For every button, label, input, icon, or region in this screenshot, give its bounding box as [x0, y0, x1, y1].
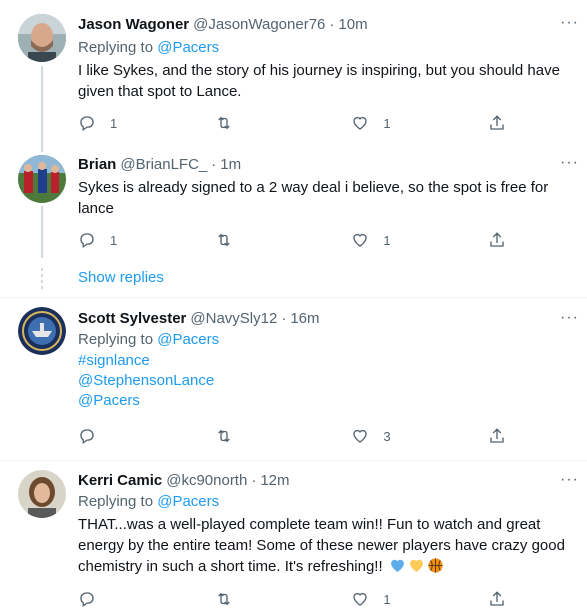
- reply-icon: [80, 233, 94, 249]
- retweet-button[interactable]: [215, 426, 315, 446]
- avatar[interactable]: [18, 307, 66, 355]
- user-handle[interactable]: @BrianLFC_: [120, 155, 207, 175]
- replying-to-link[interactable]: @Pacers: [157, 39, 219, 56]
- replying-to-link[interactable]: @Pacers: [157, 493, 219, 510]
- heart-icon: [353, 592, 367, 606]
- share-button[interactable]: [488, 230, 508, 250]
- reply-button[interactable]: [78, 426, 178, 446]
- tweet-content: Kerri Camic @kc90north · 12m Replying to…: [78, 471, 567, 577]
- retweet-button[interactable]: [215, 589, 315, 609]
- share-icon: [490, 232, 504, 247]
- divider: [0, 297, 587, 298]
- more-options-icon[interactable]: ···: [560, 14, 579, 32]
- replying-to: Replying to @Pacers: [78, 493, 220, 510]
- like-button[interactable]: 1: [351, 113, 451, 133]
- separator: ·: [329, 16, 335, 33]
- tweet-text: Sykes is already signed to a 2 way deal …: [78, 179, 549, 217]
- reply-icon: [80, 429, 94, 445]
- basketball-icon: [428, 558, 443, 573]
- yellow-heart-icon: [409, 559, 423, 572]
- share-icon: [490, 115, 504, 130]
- hashtag-link[interactable]: #signlance: [78, 351, 567, 371]
- heart-icon: [353, 233, 367, 247]
- tweet-actions: 1 1: [78, 113, 508, 133]
- user-handle[interactable]: @NavySly12: [190, 309, 277, 329]
- tweet-text: THAT...was a well-played complete team w…: [78, 514, 567, 577]
- display-name[interactable]: Scott Sylvester: [78, 309, 186, 329]
- timestamp[interactable]: 10m: [338, 15, 367, 35]
- like-count: 1: [383, 591, 391, 607]
- like-count: 3: [383, 428, 391, 444]
- tweet-content: Brian @BrianLFC_ · 1m Sykes is already s…: [78, 155, 567, 219]
- share-icon: [490, 428, 504, 443]
- share-button[interactable]: [488, 426, 508, 446]
- separator: ·: [211, 156, 217, 173]
- retweet-icon: [217, 429, 230, 443]
- retweet-button[interactable]: [215, 113, 315, 133]
- reply-icon: [80, 592, 94, 608]
- retweet-icon: [217, 233, 230, 247]
- retweet-icon: [217, 592, 230, 606]
- separator: ·: [281, 310, 287, 327]
- retweet-icon: [217, 116, 230, 130]
- tweet-text: I like Sykes, and the story of his journ…: [78, 62, 560, 100]
- tweet-content: Scott Sylvester @NavySly12 · 16m Replyin…: [78, 309, 567, 411]
- blue-heart-icon: [390, 559, 404, 572]
- share-icon: [490, 591, 504, 606]
- share-button[interactable]: [488, 113, 508, 133]
- thread-dots: [41, 268, 43, 290]
- thread-line: [41, 66, 43, 152]
- retweet-button[interactable]: [215, 230, 315, 250]
- display-name[interactable]: Kerri Camic: [78, 471, 162, 491]
- avatar[interactable]: [18, 470, 66, 518]
- tweet-actions: 3: [78, 426, 508, 446]
- like-button[interactable]: 1: [351, 230, 451, 250]
- display-name[interactable]: Brian: [78, 155, 116, 175]
- heart-icon: [353, 116, 367, 130]
- more-options-icon[interactable]: ···: [560, 154, 579, 172]
- like-button[interactable]: 1: [351, 589, 451, 609]
- reply-button[interactable]: 1: [78, 230, 178, 250]
- like-button[interactable]: 3: [351, 426, 451, 446]
- separator: ·: [251, 472, 257, 489]
- tweet-content: Jason Wagoner @JasonWagoner76 · 10m Repl…: [78, 15, 567, 102]
- tweet-text: #signlance @StephensonLance @Pacers: [78, 351, 567, 411]
- like-count: 1: [383, 232, 391, 248]
- timestamp[interactable]: 1m: [220, 155, 241, 175]
- show-replies-link[interactable]: Show replies: [78, 268, 164, 288]
- reply-button[interactable]: [78, 589, 178, 609]
- replying-to: Replying to @Pacers: [78, 331, 220, 348]
- reply-button[interactable]: 1: [78, 113, 178, 133]
- timestamp[interactable]: 16m: [290, 309, 319, 329]
- more-options-icon[interactable]: ···: [560, 309, 579, 327]
- display-name[interactable]: Jason Wagoner: [78, 15, 189, 35]
- share-button[interactable]: [488, 589, 508, 609]
- reply-count: 1: [110, 232, 118, 248]
- replying-to: Replying to @Pacers: [78, 39, 220, 56]
- user-handle[interactable]: @kc90north: [166, 471, 247, 491]
- avatar[interactable]: [18, 14, 66, 62]
- tweet-actions: 1: [78, 589, 508, 609]
- timestamp[interactable]: 12m: [260, 471, 289, 491]
- thread-line: [41, 206, 43, 258]
- reply-count: 1: [110, 115, 118, 131]
- user-handle[interactable]: @JasonWagoner76: [193, 15, 325, 35]
- like-count: 1: [383, 115, 391, 131]
- divider: [0, 460, 587, 461]
- mention-link[interactable]: @StephensonLance: [78, 371, 567, 391]
- mention-link[interactable]: @Pacers: [78, 391, 567, 411]
- more-options-icon[interactable]: ···: [560, 471, 579, 489]
- avatar[interactable]: [18, 155, 66, 203]
- tweet-actions: 1 1: [78, 230, 508, 250]
- heart-icon: [353, 429, 367, 443]
- tweet-text-body: THAT...was a well-played complete team w…: [78, 516, 565, 575]
- replying-to-link[interactable]: @Pacers: [157, 331, 219, 348]
- reply-icon: [80, 116, 94, 132]
